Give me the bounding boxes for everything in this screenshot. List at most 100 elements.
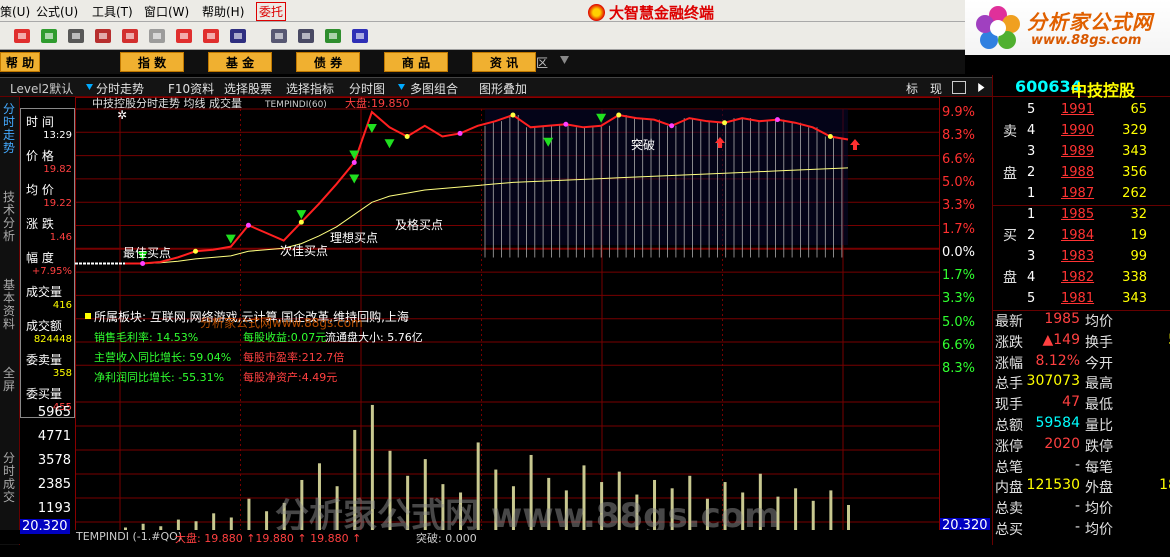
quote-label-2: 均价 <box>1085 501 1113 518</box>
subtab-2[interactable]: F10资料 <box>168 80 214 97</box>
sidebar-tab-0[interactable]: 分时走势 <box>3 103 17 155</box>
sell-row-4[interactable]: 1 1987 262 <box>993 186 1170 207</box>
subtab-right-1[interactable]: 现 <box>930 80 942 97</box>
flag-icon[interactable] <box>120 26 140 46</box>
window-icon[interactable] <box>269 26 289 46</box>
nav-button-3[interactable]: 债 券 <box>296 52 360 72</box>
quote-row-9: 总卖 - 均价 <box>993 498 1170 519</box>
sidebar-tab-2[interactable]: 基本资料 <box>3 279 17 331</box>
bar-icon[interactable] <box>323 26 343 46</box>
save-icon[interactable] <box>228 26 248 46</box>
menu-item-0[interactable]: 策(U) <box>0 3 30 20</box>
buy-volume: 19 <box>1130 228 1147 243</box>
info-value-2: 19.22 <box>43 198 72 209</box>
buy-row-2[interactable]: 3 1983 99 <box>993 249 1170 270</box>
minimize-icon[interactable] <box>952 81 966 94</box>
vol-tick-4: 1193 <box>37 501 71 516</box>
menu-item-5[interactable]: 委托 <box>256 2 287 21</box>
layout-icon[interactable] <box>296 26 316 46</box>
buy-row-3[interactable]: 4 1982 338 <box>993 270 1170 291</box>
buy-price[interactable]: 1985 <box>1061 207 1094 222</box>
back-icon[interactable] <box>174 26 194 46</box>
volume-bar-38 <box>794 488 798 530</box>
bottom-tupo: 突破: 0.000 <box>416 532 477 545</box>
quote-value: - <box>1074 456 1080 473</box>
sell-level: 4 <box>1027 123 1036 138</box>
subtab-0[interactable]: Level2默认 <box>10 80 73 97</box>
quote-label-2: 换手 <box>1085 334 1113 351</box>
sell-row-0[interactable]: 5 1991 65 <box>993 102 1170 123</box>
small-watermark: 分析家公式网www.88gs.com <box>200 315 363 330</box>
nav-button-2[interactable]: 基 金 <box>208 52 272 72</box>
quote-label: 最新 <box>995 314 1023 330</box>
eye-icon[interactable] <box>39 26 59 46</box>
nav-button-0[interactable]: 帮 助 <box>0 52 40 72</box>
chart-tool-icon[interactable] <box>93 26 113 46</box>
sell-price[interactable]: 1990 <box>1061 123 1094 138</box>
menu-item-1[interactable]: 公式(U) <box>36 3 78 20</box>
buy-price[interactable]: 1982 <box>1061 270 1094 285</box>
quote-value: 8.12% <box>1035 352 1080 369</box>
subtab-6[interactable]: 多图组合 <box>410 80 458 97</box>
binoculars-icon[interactable] <box>66 26 86 46</box>
buy-volume: 99 <box>1130 249 1147 264</box>
sidebar-tab-4[interactable]: 分时成交 <box>3 452 17 504</box>
quote-value: 1985 <box>1044 311 1080 327</box>
nav-button-4[interactable]: 商 品 <box>384 52 448 72</box>
subtab-dropdown-icon-0[interactable] <box>86 84 93 90</box>
quote-label: 总买 <box>995 522 1023 538</box>
nav-button-5[interactable]: 资 讯 <box>472 52 536 72</box>
sell-price[interactable]: 1991 <box>1061 102 1094 117</box>
buy-row-4[interactable]: 5 1981 343 <box>993 291 1170 312</box>
info-value-6: 824448 <box>33 334 72 345</box>
buy-row-0[interactable]: 1 1985 32 <box>993 207 1170 228</box>
buy-price[interactable]: 1983 <box>1061 249 1094 264</box>
fundamental-line-3: 主营收入同比增长: 59.04% <box>94 350 231 364</box>
menu-item-4[interactable]: 帮助(H) <box>202 3 244 20</box>
help-icon[interactable] <box>350 26 370 46</box>
sell-volume: 65 <box>1130 102 1147 117</box>
subtab-4[interactable]: 选择指标 <box>286 80 334 97</box>
sidebar-tab-3[interactable]: 全屏 <box>3 367 17 393</box>
expand-icon[interactable] <box>978 82 985 93</box>
menu-item-3[interactable]: 窗口(W) <box>144 3 189 20</box>
menu-item-2[interactable]: 工具(T) <box>92 3 133 20</box>
subtab-7[interactable]: 图形叠加 <box>479 80 527 97</box>
sell-row-3[interactable]: 2 1988 356 <box>993 165 1170 186</box>
candle-chart-icon[interactable] <box>12 26 32 46</box>
vol-tick-3: 2385 <box>37 477 71 492</box>
buy-price[interactable]: 1981 <box>1061 291 1094 306</box>
diamond-icon[interactable] <box>147 26 167 46</box>
signal-label-2: 理想买点 <box>330 230 378 245</box>
intraday-chart[interactable]: 中技控股分时走势 均线 成交量 TEMPINDI(60) 大盘: 19.850 最佳买点… <box>75 97 940 542</box>
subtab-5[interactable]: 分时图 <box>349 80 385 97</box>
sell-price[interactable]: 1989 <box>1061 144 1094 159</box>
pct-tick-6: 0.0% <box>942 244 976 260</box>
workarea-dropdown-icon[interactable] <box>560 56 569 64</box>
sell-level: 3 <box>1027 144 1036 159</box>
sell-price[interactable]: 1988 <box>1061 165 1094 180</box>
subtab-3[interactable]: 选择股票 <box>224 80 272 97</box>
subtab-1[interactable]: 分时走势 <box>96 80 144 97</box>
subtab-dropdown-icon-1[interactable] <box>398 84 405 90</box>
buy-row-1[interactable]: 2 1984 19 <box>993 228 1170 249</box>
sell-row-2[interactable]: 3 1989 343 <box>993 144 1170 165</box>
pct-tick-9: 5.0% <box>942 314 976 330</box>
subtab-right-0[interactable]: 标 <box>906 80 918 97</box>
forward-icon[interactable] <box>201 26 221 46</box>
quote-label: 涨停 <box>995 438 1023 455</box>
price-bottom-left: 20.320 <box>20 519 70 534</box>
sell-row-1[interactable]: 4 1990 329 <box>993 123 1170 144</box>
quote-label: 总笔 <box>995 459 1023 476</box>
price-dot-4 <box>193 248 199 254</box>
pct-tick-11: 8.3% <box>942 361 976 377</box>
price-dot-25 <box>563 121 569 127</box>
sell-volume: 343 <box>1122 144 1147 159</box>
sell-price[interactable]: 1987 <box>1061 186 1094 201</box>
nav-bar: 工作区 帮 助指 数基 金债 券商 品资 讯 <box>0 50 965 74</box>
buy-price[interactable]: 1984 <box>1061 228 1094 243</box>
sidebar-tab-1[interactable]: 技术分析 <box>3 191 17 243</box>
chart-header-title: 中技控股分时走势 均线 成交量 <box>92 97 242 110</box>
signal-label-1: 次佳买点 <box>280 244 328 258</box>
nav-button-1[interactable]: 指 数 <box>120 52 184 72</box>
